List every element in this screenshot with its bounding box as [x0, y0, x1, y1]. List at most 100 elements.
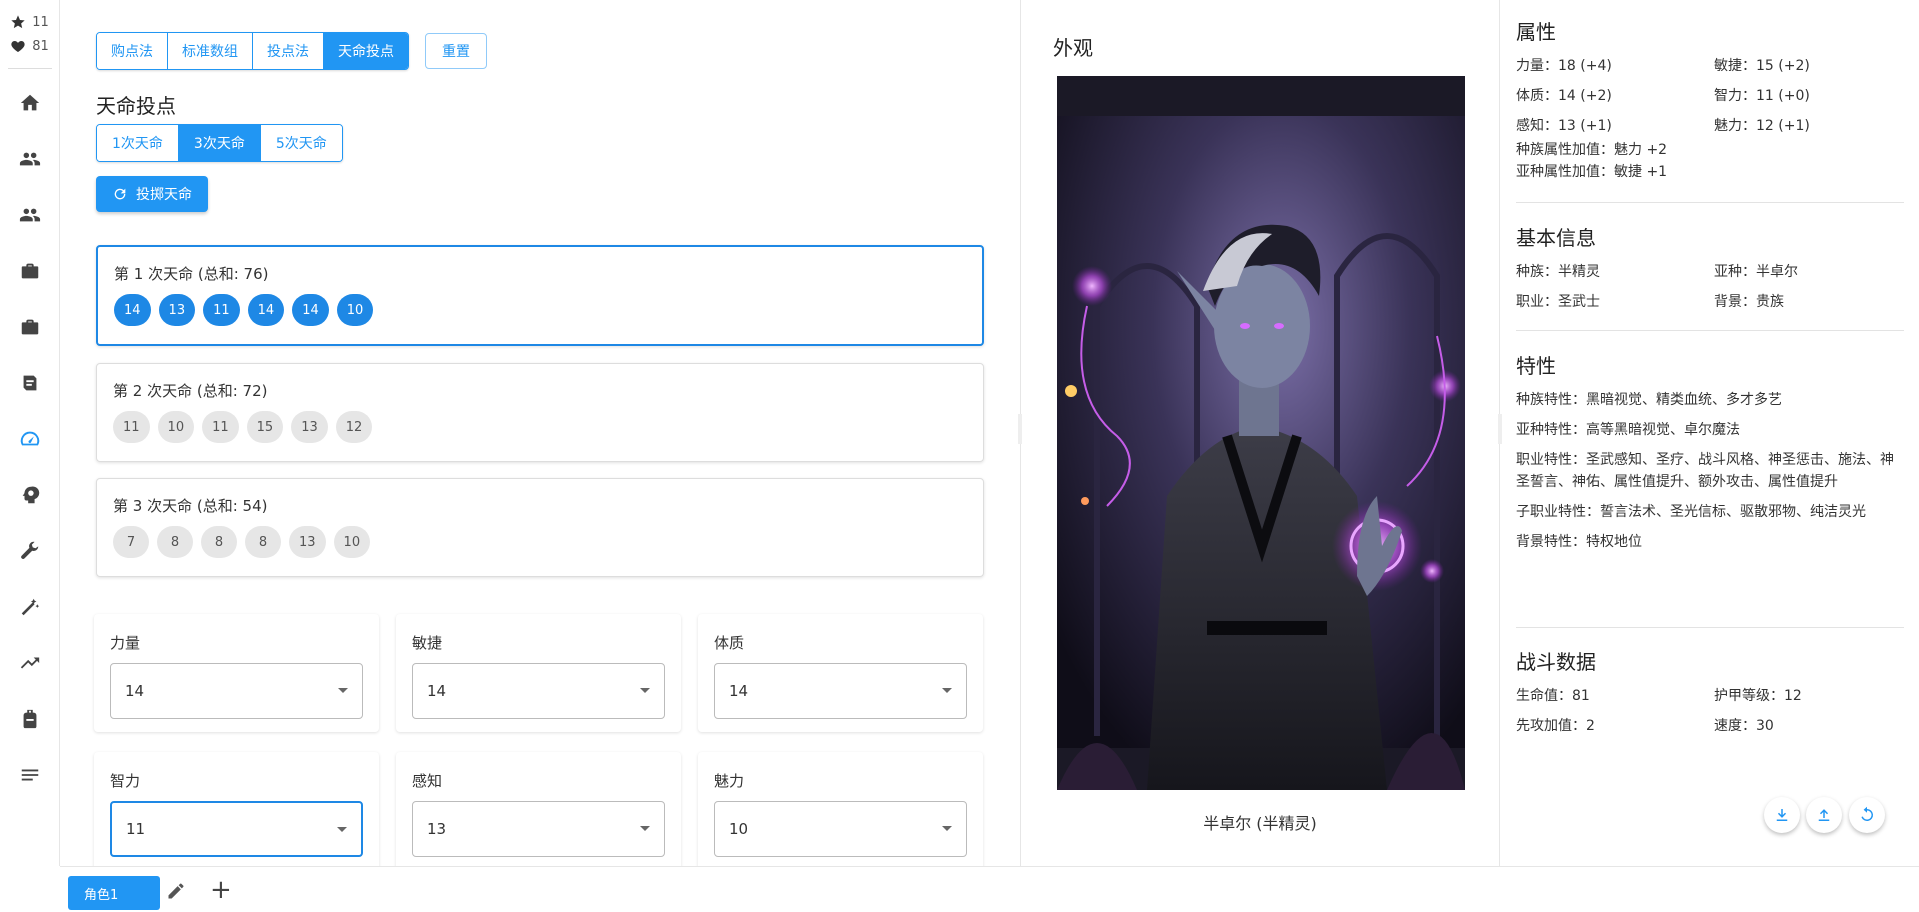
attr-dex: 敏捷：15 (+2) [1714, 58, 1810, 74]
nav-work[interactable] [0, 299, 60, 355]
trait-race: 种族特性：黑暗视觉、精类血统、多才多艺 [1516, 392, 1782, 408]
fate-roll-card-1[interactable]: 第 1 次天命 (总和: 76) 14 13 11 14 14 10 [96, 245, 984, 346]
nav-scroll[interactable] [0, 355, 60, 411]
ability-label: 敏捷 [412, 634, 443, 652]
dropdown-arrow-icon [942, 688, 952, 693]
roll-value-chip: 10 [336, 294, 374, 326]
nav-psychology[interactable] [0, 467, 60, 523]
roll-value-chip: 8 [157, 526, 193, 558]
ability-value: 13 [427, 820, 447, 838]
nav-list[interactable] [0, 747, 60, 803]
trait-class: 职业特性：圣武感知、圣疗、战斗风格、神圣惩击、施法、神圣誓言、神佑、属性值提升、… [1516, 452, 1894, 490]
dropdown-arrow-icon [338, 688, 348, 693]
add-character-button[interactable]: + [210, 877, 232, 903]
character-portrait [1057, 76, 1465, 790]
nav-speed[interactable] [0, 411, 60, 467]
ability-select-dex[interactable]: 14 [412, 663, 665, 719]
speed-icon [20, 431, 39, 446]
attr-con: 体质：14 (+2) [1516, 88, 1612, 104]
download-button[interactable] [1764, 797, 1800, 833]
nav-wrench[interactable] [0, 523, 60, 579]
nav-people[interactable] [0, 131, 60, 187]
roll-value-chip: 14 [247, 294, 285, 326]
nav-group[interactable] [0, 187, 60, 243]
attr-wis: 感知：13 (+1) [1516, 118, 1612, 134]
fate-times-3[interactable]: 3次天命 [178, 125, 261, 161]
appearance-caption: 半卓尔 (半精灵) [1203, 814, 1317, 833]
combat-grid: 生命值：81 护甲等级：12 先攻加值：2 速度：30 [1516, 685, 1904, 735]
ability-value: 10 [729, 820, 749, 838]
appearance-panel: 外观 半卓尔 (半精灵) [1018, 0, 1502, 866]
ability-value: 14 [125, 682, 145, 700]
fate-times-1[interactable]: 1次天命 [97, 125, 179, 161]
basic-subrace: 亚种：半卓尔 [1714, 264, 1798, 280]
roll-value-chip: 8 [245, 526, 281, 558]
ability-card-int: 智力 11 [94, 752, 379, 866]
combat-ac: 护甲等级：12 [1714, 688, 1802, 704]
nav-briefcase[interactable] [0, 243, 60, 299]
ability-label: 感知 [412, 772, 443, 790]
ability-panel: 购点法 标准数组 投点法 天命投点 重置 天命投点 1次天命 3次天命 5次天命… [60, 0, 1020, 866]
nav-magic[interactable] [0, 579, 60, 635]
subrace-bonus: 亚种属性加值：敏捷 +1 [1516, 164, 1668, 180]
race-bonus: 种族属性加值：魅力 +2 [1516, 142, 1668, 158]
psychology-icon [22, 486, 39, 504]
dropdown-arrow-icon [337, 827, 347, 832]
ability-select-wis[interactable]: 13 [412, 801, 665, 857]
attributes-title: 属性 [1516, 20, 1556, 44]
rail-nav [0, 75, 59, 803]
roll-value-chip: 7 [113, 526, 149, 558]
backpack-icon [23, 709, 36, 729]
traits-section: 特性 种族特性：黑暗视觉、精类血统、多才多艺 亚种特性：高等黑暗视觉、卓尔魔法 … [1516, 350, 1904, 553]
ability-label: 魅力 [714, 772, 745, 790]
ability-select-cha[interactable]: 10 [714, 801, 967, 857]
nav-trending[interactable] [0, 635, 60, 691]
refresh-icon [114, 188, 126, 200]
scroll-icon [23, 375, 36, 391]
ability-card-str: 力量 14 [94, 614, 379, 732]
basic-class: 职业：圣武士 [1516, 294, 1600, 310]
ability-select-con[interactable]: 14 [714, 663, 967, 719]
roll-value-chip: 11 [113, 411, 150, 443]
likes-count: 81 [32, 38, 49, 54]
ability-select-int[interactable]: 11 [110, 801, 363, 857]
section-divider [1516, 627, 1904, 628]
magic-wand-icon [21, 598, 39, 616]
attributes-section: 属性 力量：18 (+4) 敏捷：15 (+2) 体质：14 (+2) 智力：1… [1516, 16, 1904, 183]
ability-label: 力量 [110, 634, 141, 652]
combat-title: 战斗数据 [1516, 650, 1596, 674]
trait-subclass: 子职业特性：誓言法术、圣光信标、驱散邪物、纯洁灵光 [1516, 504, 1866, 520]
upload-button[interactable] [1806, 797, 1842, 833]
ability-select-str[interactable]: 14 [110, 663, 363, 719]
resize-handle-left[interactable] [1018, 414, 1022, 444]
fate-times-5[interactable]: 5次天命 [260, 125, 342, 161]
stars-stat[interactable]: 11 [0, 10, 59, 34]
combat-hp: 生命值：81 [1516, 688, 1590, 704]
method-tab-standard-array[interactable]: 标准数组 [168, 33, 253, 69]
fate-roll-title: 第 2 次天命 (总和: 72) [113, 382, 268, 400]
nav-home[interactable] [0, 75, 60, 131]
fate-roll-card-2[interactable]: 第 2 次天命 (总和: 72) 11 10 11 15 13 12 [96, 363, 984, 462]
ability-card-con: 体质 14 [698, 614, 983, 732]
restore-button[interactable] [1849, 797, 1885, 833]
roll-value-chip: 14 [114, 294, 151, 326]
ability-card-wis: 感知 13 [396, 752, 681, 866]
reset-button[interactable]: 重置 [425, 33, 487, 69]
basic-info-title: 基本信息 [1516, 226, 1596, 250]
fate-roll-card-3[interactable]: 第 3 次天命 (总和: 54) 7 8 8 8 13 10 [96, 478, 984, 577]
nav-backpack[interactable] [0, 691, 60, 747]
method-tab-roll[interactable]: 投点法 [253, 33, 324, 69]
basic-background: 背景：贵族 [1714, 294, 1784, 310]
attr-cha: 魅力：12 (+1) [1714, 118, 1810, 134]
plus-icon: + [210, 875, 232, 905]
method-tab-fate-roll[interactable]: 天命投点 [324, 33, 408, 69]
rename-button[interactable] [166, 881, 188, 903]
trait-subrace: 亚种特性：高等黑暗视觉、卓尔魔法 [1516, 422, 1740, 438]
roll-fate-button[interactable]: 投掷天命 [96, 176, 208, 212]
fate-times-tabs: 1次天命 3次天命 5次天命 [96, 124, 343, 162]
trending-icon [20, 657, 39, 669]
likes-stat[interactable]: 81 [0, 34, 59, 58]
character-tab[interactable]: 角色1 [68, 876, 160, 910]
method-tab-point-buy[interactable]: 购点法 [97, 33, 168, 69]
basic-info-section: 基本信息 种族：半精灵 亚种：半卓尔 职业：圣武士 背景：贵族 [1516, 222, 1904, 311]
